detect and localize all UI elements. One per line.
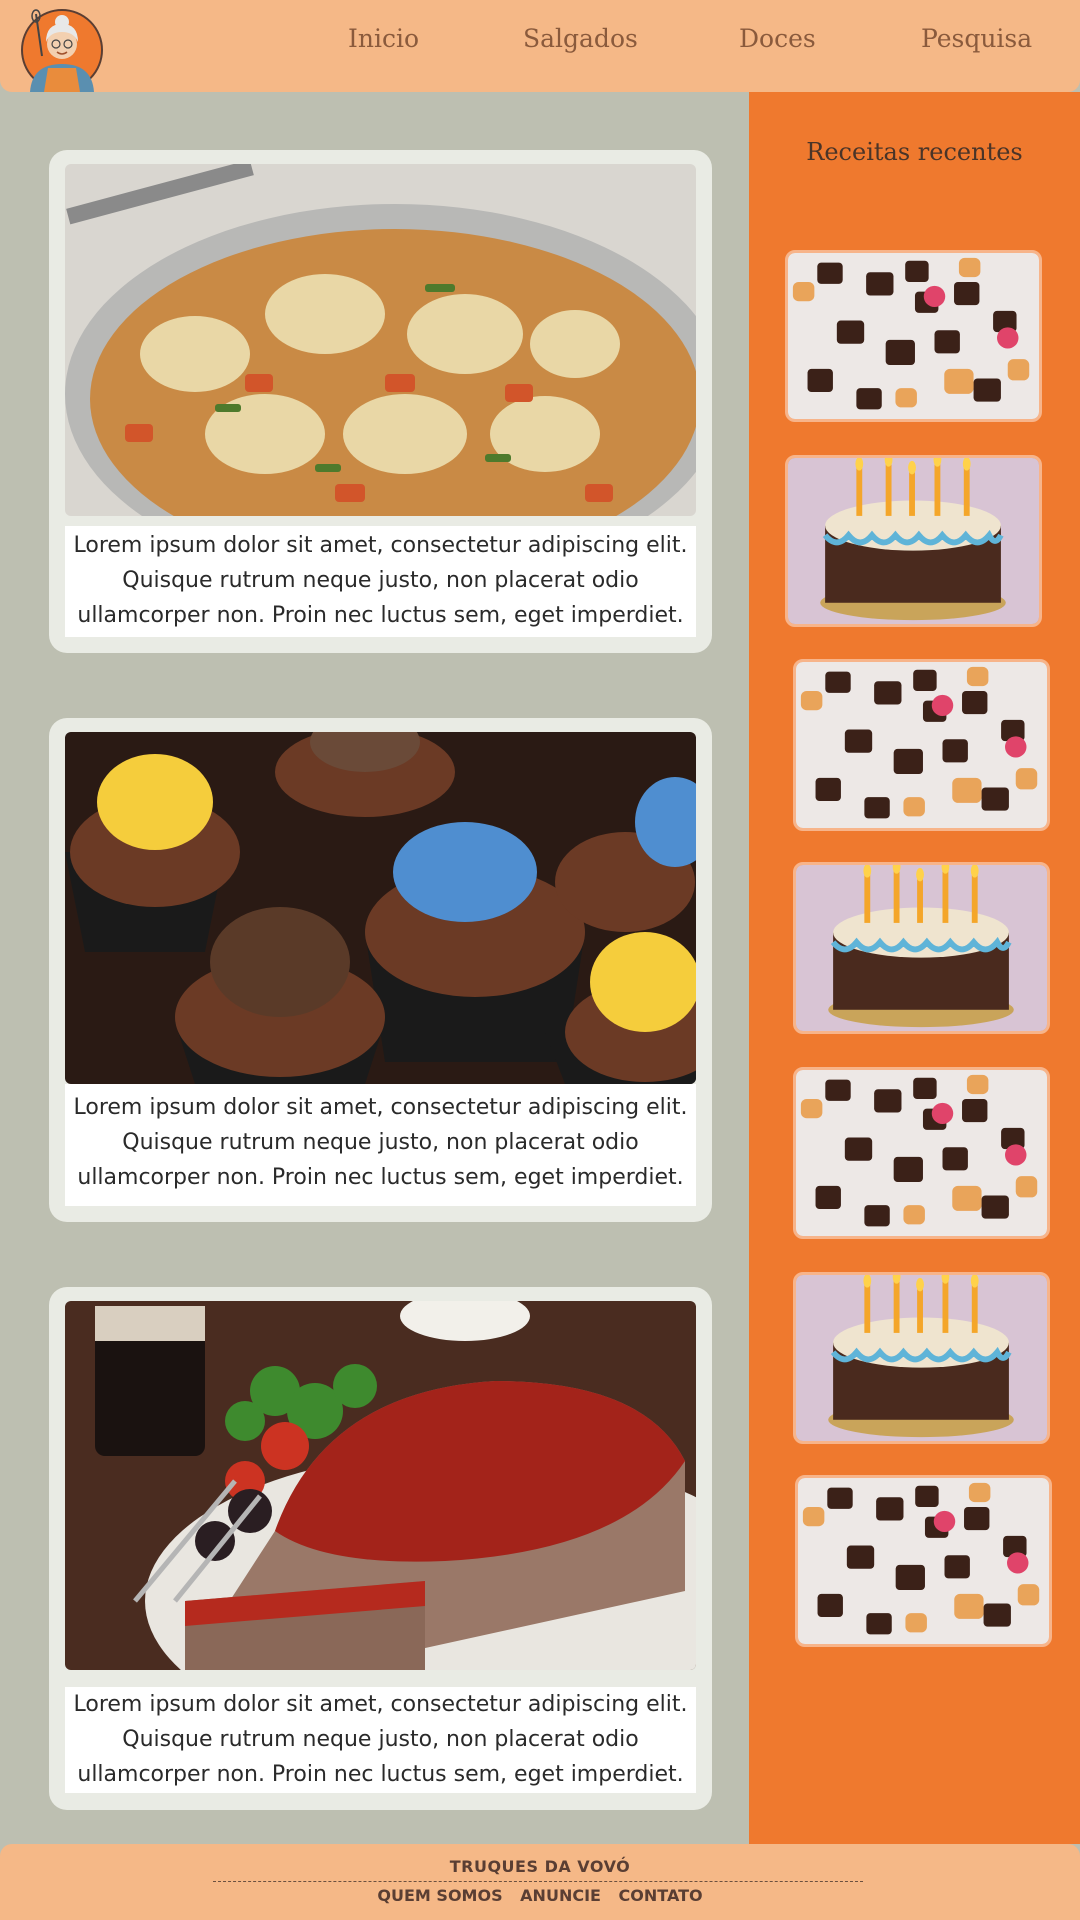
footer-link-anuncie[interactable]: ANUNCIE: [520, 1886, 601, 1905]
recipe-thumbnail-birthday-cake[interactable]: [793, 862, 1050, 1034]
footer-brand: TRUQUES DA VOVÓ: [449, 1857, 631, 1876]
recipe-thumbnail-chocolates[interactable]: [795, 1475, 1052, 1647]
nav-doces[interactable]: Doces: [739, 24, 816, 53]
recipe-thumbnail-birthday-cake[interactable]: [793, 1272, 1050, 1444]
recipe-card[interactable]: Lorem ipsum dolor sit amet, consectetur …: [49, 718, 712, 1222]
grandma-logo[interactable]: [20, 8, 104, 92]
recipe-thumbnail-birthday-cake[interactable]: [785, 455, 1042, 627]
footer-links: QUEM SOMOS ANUNCIE CONTATO: [0, 1886, 1080, 1905]
footer-link-contato[interactable]: CONTATO: [619, 1886, 703, 1905]
recipe-card[interactable]: Lorem ipsum dolor sit amet, consectetur …: [49, 150, 712, 653]
recipe-card[interactable]: Lorem ipsum dolor sit amet, consectetur …: [49, 1287, 712, 1810]
recipe-thumbnail-chocolates[interactable]: [793, 1067, 1050, 1239]
recipe-description: Lorem ipsum dolor sit amet, consectetur …: [65, 1084, 696, 1206]
recipe-description: Lorem ipsum dolor sit amet, consectetur …: [65, 526, 696, 637]
nav-pesquisa[interactable]: Pesquisa: [921, 24, 1032, 53]
sidebar-title: Receitas recentes: [806, 138, 1023, 166]
recipe-thumbnail-chocolates[interactable]: [785, 250, 1042, 422]
nav-inicio[interactable]: Inicio: [348, 24, 419, 53]
meatloaf-photo[interactable]: [65, 1301, 696, 1670]
site-footer: TRUQUES DA VOVÓ QUEM SOMOS ANUNCIE CONTA…: [0, 1844, 1080, 1920]
recipe-thumbnail-chocolates[interactable]: [793, 659, 1050, 831]
chicken-rice-casserole-photo[interactable]: [65, 164, 696, 516]
chocolate-cupcakes-photo[interactable]: [65, 732, 696, 1084]
recipe-description: Lorem ipsum dolor sit amet, consectetur …: [65, 1687, 696, 1793]
footer-link-quem-somos[interactable]: QUEM SOMOS: [377, 1886, 502, 1905]
nav-salgados[interactable]: Salgados: [523, 24, 638, 53]
site-header: Inicio Salgados Doces Pesquisa: [0, 0, 1080, 92]
footer-divider: [213, 1881, 863, 1882]
